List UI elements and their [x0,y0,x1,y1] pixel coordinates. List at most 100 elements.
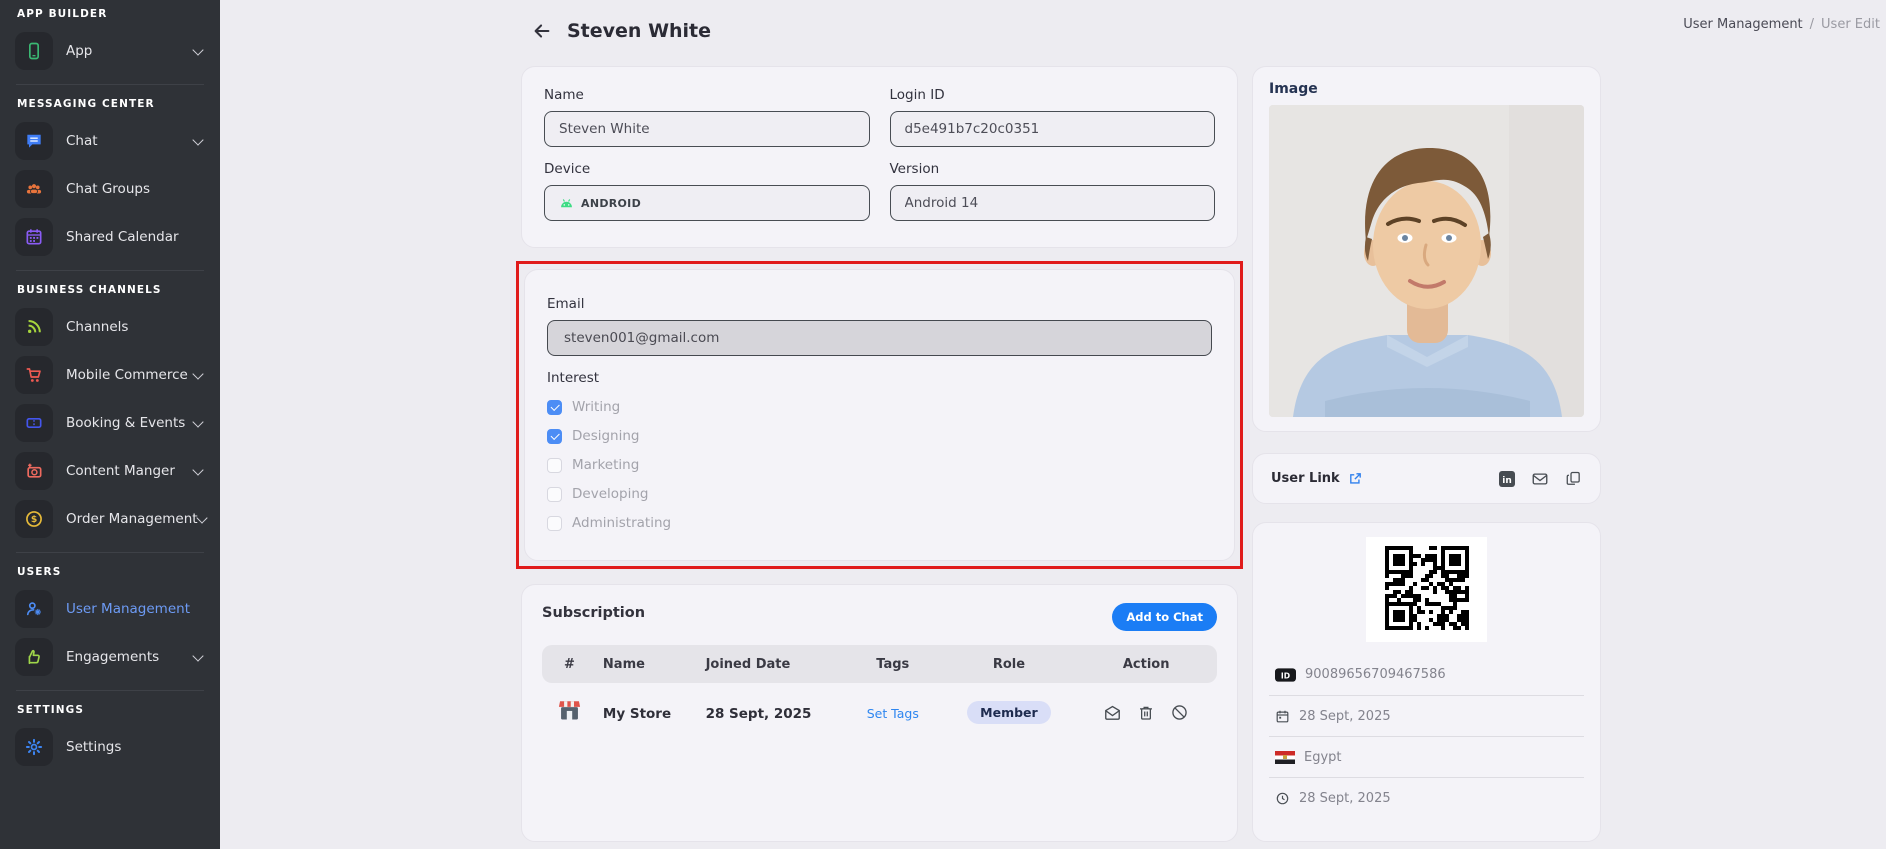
chevron-down-icon [192,416,203,427]
chevron-down-icon [192,44,203,55]
chat-groups-icon [15,170,53,208]
table-row: My Store 28 Sept, 2025 Set Tags Member [542,683,1217,734]
interest-option-marketing[interactable]: Marketing [547,457,1212,473]
email-input[interactable] [547,320,1212,356]
sidebar-item-chat[interactable]: Chat [15,121,208,161]
interest-option-label: Writing [572,399,620,415]
country-value: Egypt [1304,750,1342,765]
sidebar-item-chat-groups[interactable]: Chat Groups [15,169,208,209]
linkedin-icon[interactable]: in [1499,471,1515,487]
mail-icon[interactable] [1103,703,1122,722]
store-icon [556,697,583,724]
checkbox-unchecked-icon[interactable] [547,516,562,531]
version-field-group: Version [890,161,1216,221]
email-icon[interactable] [1531,470,1549,488]
checkbox-unchecked-icon[interactable] [547,458,562,473]
checkbox-checked-icon[interactable] [547,429,562,444]
device-label: Device [544,161,870,177]
col-tags: Tags [843,645,943,683]
email-label: Email [547,296,1212,312]
sidebar-item-label: Shared Calendar [66,229,208,245]
qr-code [1366,537,1487,642]
version-label: Version [890,161,1216,177]
subscription-title: Subscription [542,605,645,621]
sidebar-item-label: User Management [66,601,208,617]
sidebar-item-mobile-commerce[interactable]: Mobile Commerce [15,355,208,395]
add-to-chat-button[interactable]: Add to Chat [1112,603,1217,631]
sidebar-item-label: Chat [66,133,194,149]
interest-option-administrating[interactable]: Administrating [547,515,1212,531]
interest-option-developing[interactable]: Developing [547,486,1212,502]
breadcrumb-current: User Edit [1821,17,1880,32]
subscription-name: My Store [603,706,671,722]
block-icon[interactable] [1170,703,1189,722]
sidebar-item-user-management[interactable]: User Management [15,589,208,629]
id-badge-icon: ID [1275,668,1296,682]
booking-events-icon [15,404,53,442]
sidebar-item-label: Booking & Events [66,415,194,431]
sidebar: APP BUILDER App MESSAGING CENTER Chat Ch… [0,0,220,849]
registered-date-value: 28 Sept, 2025 [1299,709,1391,724]
divider [16,690,204,691]
user-details-card: ID 90089656709467586 28 Sept, 2025 Egypt… [1252,522,1601,842]
user-management-icon [15,590,53,628]
interest-option-label: Designing [572,428,640,444]
checkbox-unchecked-icon[interactable] [547,487,562,502]
version-input[interactable] [890,185,1216,221]
country-row: Egypt [1269,736,1584,777]
sidebar-item-label: Settings [66,739,208,755]
set-tags-link[interactable]: Set Tags [867,706,919,721]
sidebar-item-engagements[interactable]: Engagements [15,637,208,677]
user-link-title: User Link [1271,471,1340,486]
sidebar-item-app[interactable]: App [15,31,208,71]
copy-icon[interactable] [1565,470,1582,487]
device-field-group: Device ANDROID [544,161,870,221]
image-card-title: Image [1269,81,1584,97]
sidebar-item-booking-events[interactable]: Booking & Events [15,403,208,443]
sidebar-item-content-manager[interactable]: Content Manger [15,451,208,491]
interest-label: Interest [547,370,1212,386]
svg-text:ID: ID [1281,671,1290,680]
interest-option-writing[interactable]: Writing [547,399,1212,415]
sidebar-item-label: App [66,43,194,59]
mobile-commerce-icon [15,356,53,394]
table-header-row: # Name Joined Date Tags Role Action [542,645,1217,683]
content-manager-icon [15,452,53,490]
breadcrumb-user-management[interactable]: User Management [1683,17,1802,32]
col-role: Role [943,645,1076,683]
sidebar-item-label: Channels [66,319,208,335]
sidebar-item-label: Content Manger [66,463,194,479]
name-label: Name [544,87,870,103]
back-arrow-icon[interactable] [529,18,555,44]
col-name: Name [597,645,700,683]
sidebar-item-label: Chat Groups [66,181,208,197]
checkbox-checked-icon[interactable] [547,400,562,415]
sidebar-item-settings[interactable]: Settings [15,727,208,767]
chevron-down-icon [192,464,203,475]
registered-date-row: 28 Sept, 2025 [1269,695,1584,736]
login-id-label: Login ID [890,87,1216,103]
svg-text:$: $ [31,514,37,525]
order-management-icon: $ [15,500,53,538]
login-id-input[interactable] [890,111,1216,147]
sidebar-section-users: USERS [17,566,220,578]
sidebar-item-channels[interactable]: Channels [15,307,208,347]
divider [16,84,204,85]
user-link-card: User Link in [1252,453,1601,504]
sidebar-item-order-management[interactable]: $ Order Management [15,499,208,539]
interest-option-designing[interactable]: Designing [547,428,1212,444]
sidebar-section-business-channels: BUSINESS CHANNELS [17,284,220,296]
right-panel: Image [1252,66,1601,842]
col-index: # [542,645,597,683]
last-seen-row: 28 Sept, 2025 [1269,777,1584,818]
red-annotation-box: Email Interest Writing Designing Marketi… [516,261,1243,569]
delete-icon[interactable] [1137,704,1155,722]
name-input[interactable] [544,111,870,147]
chevron-down-icon [192,650,203,661]
subscription-table: # Name Joined Date Tags Role Action My S… [542,645,1217,734]
sidebar-item-shared-calendar[interactable]: Shared Calendar [15,217,208,257]
external-link-icon[interactable] [1348,471,1363,486]
chevron-down-icon [196,512,207,523]
role-badge: Member [967,701,1051,724]
login-id-field-group: Login ID [890,87,1216,147]
